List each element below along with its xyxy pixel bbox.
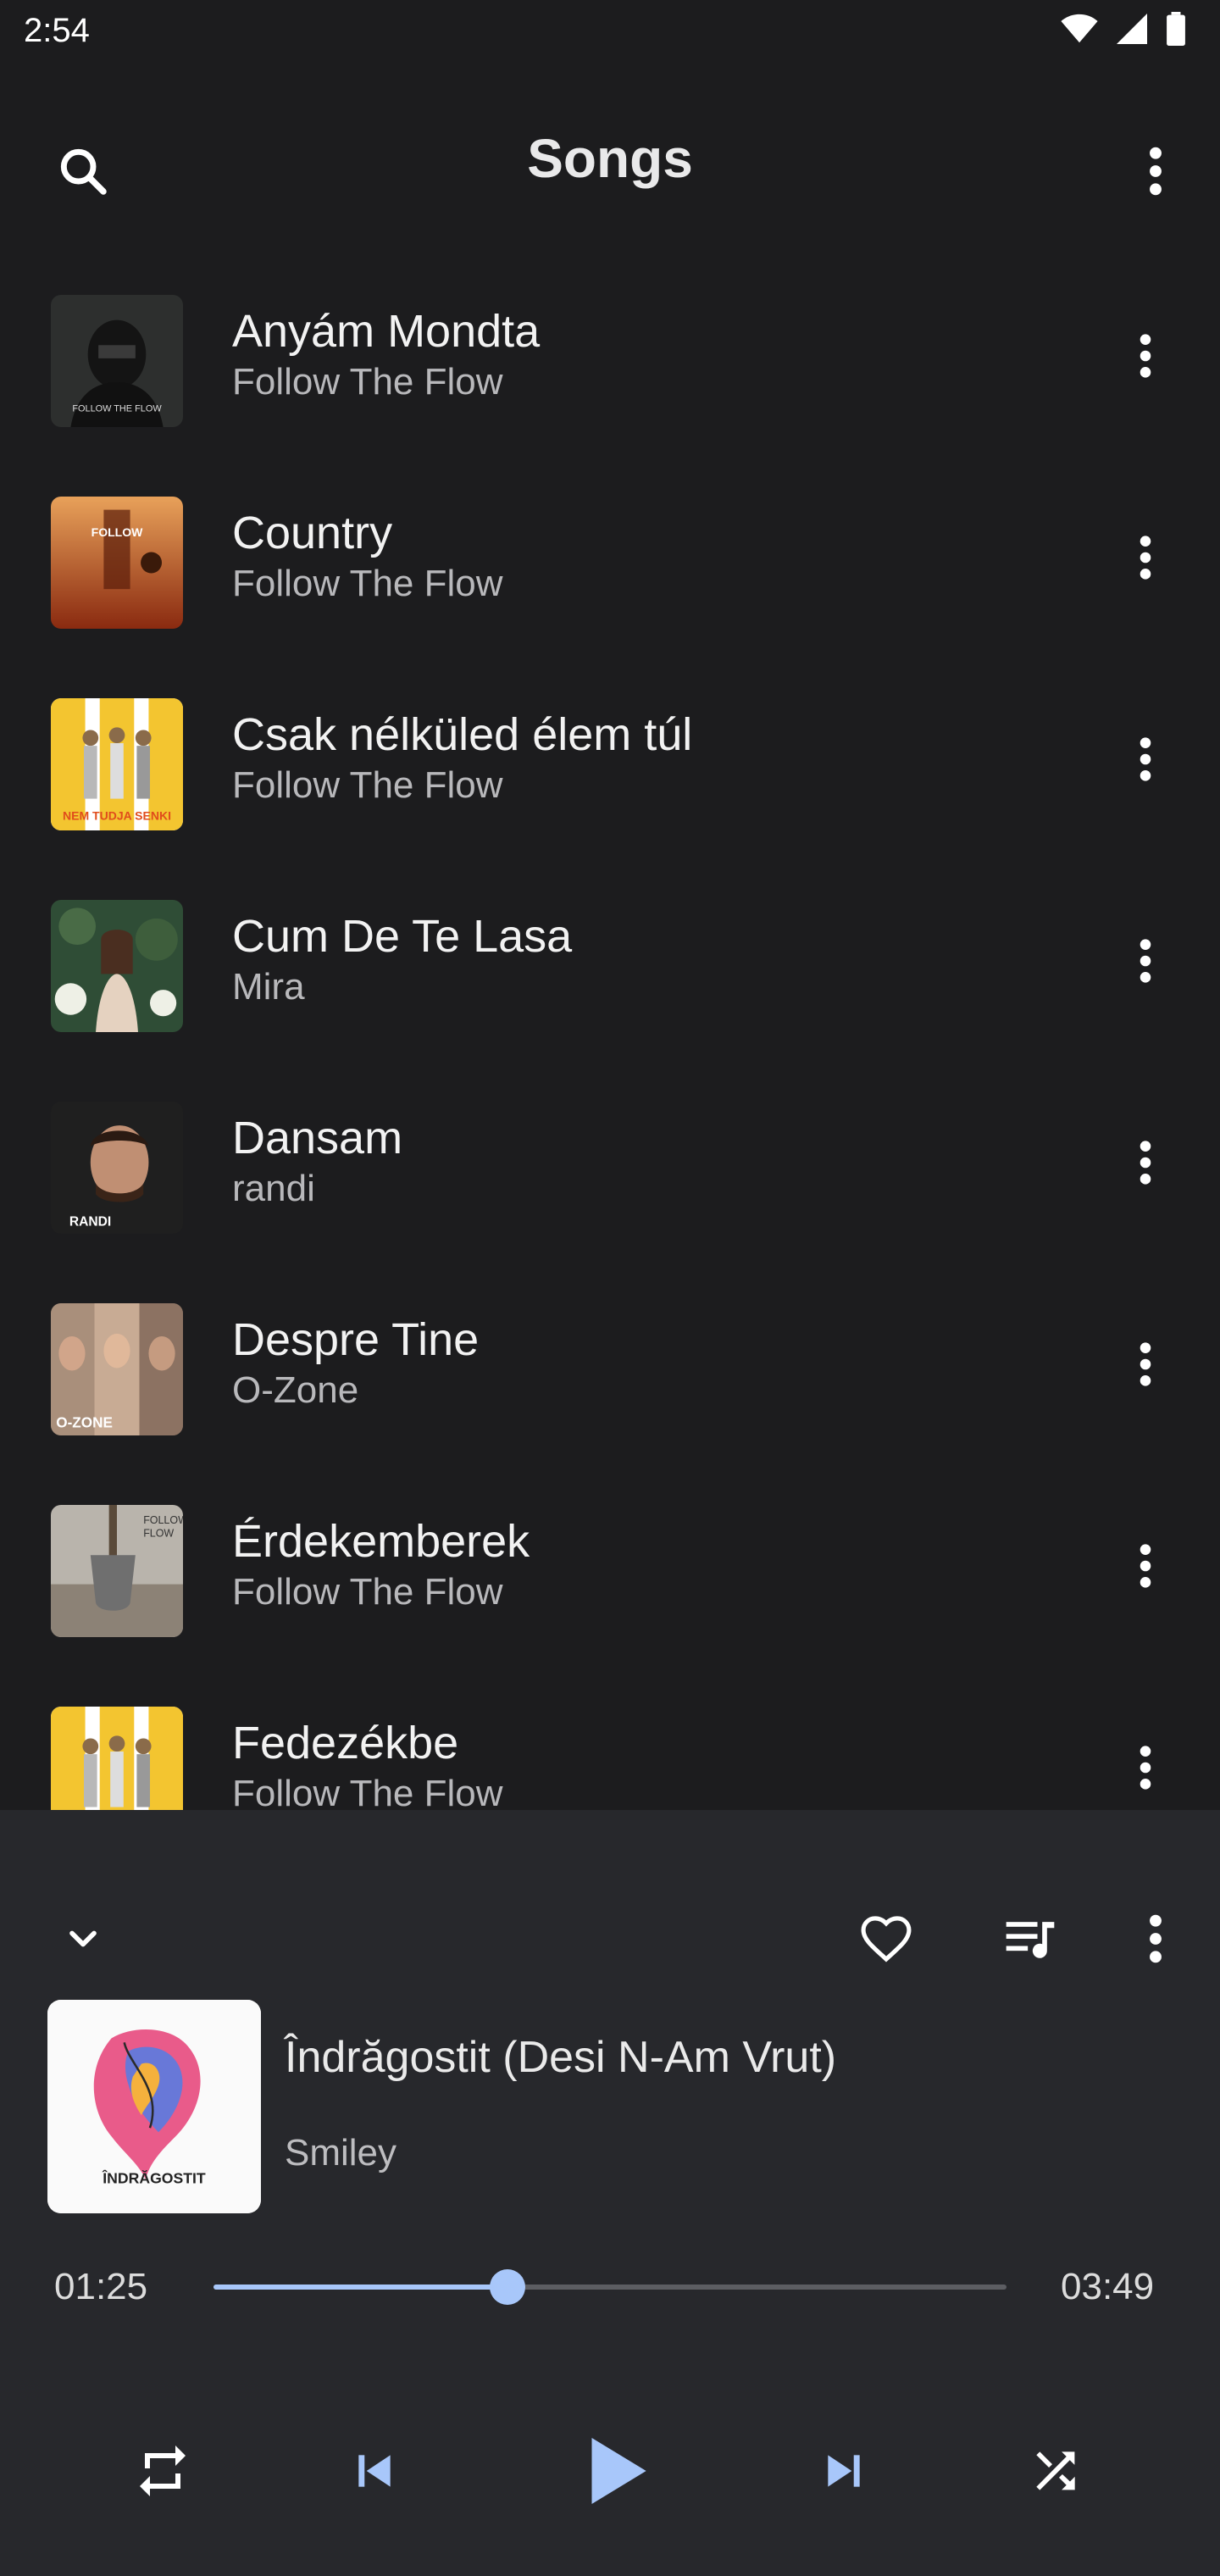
svg-text:O-ZONE: O-ZONE — [56, 1414, 113, 1431]
battery-icon — [1166, 12, 1186, 50]
song-menu-button[interactable] — [1122, 1542, 1169, 1590]
shuffle-icon — [1036, 2451, 1075, 2490]
album-art: NEM TUDJA SENKI — [51, 698, 183, 830]
song-list-item[interactable]: O-ZONE Despre Tine O-Zone — [0, 1263, 1220, 1464]
seek-thumb[interactable] — [490, 2269, 526, 2305]
song-menu-button[interactable] — [1122, 736, 1169, 783]
previous-button[interactable] — [336, 2432, 413, 2510]
more-vert-icon — [1140, 1544, 1151, 1588]
song-list-item[interactable]: NEM TUDJA SENKI Fedezékbe Follow The Flow — [0, 1666, 1220, 1810]
more-vert-icon — [1140, 334, 1151, 378]
svg-text:FOLLOW: FOLLOW — [92, 525, 143, 539]
song-title: Érdekemberek — [232, 1516, 530, 1567]
repeat-button[interactable] — [124, 2432, 202, 2510]
song-artist: Follow The Flow — [232, 764, 503, 806]
seek-bar[interactable] — [214, 2269, 1006, 2305]
seek-progress — [214, 2285, 508, 2290]
player-menu-button[interactable] — [1120, 1903, 1191, 1974]
song-menu-button[interactable] — [1122, 332, 1169, 380]
heart-icon — [861, 1916, 912, 1963]
more-vert-icon — [1140, 1141, 1151, 1185]
album-art: FOLLOW — [51, 497, 183, 629]
now-playing-artwork: ÎNDRĂGOSTIT — [47, 2000, 261, 2213]
album-art: FOLLOW THE FLOW — [51, 295, 183, 427]
album-art: FOLLOWFLOW — [51, 1505, 183, 1637]
song-artist: Follow The Flow — [232, 1773, 503, 1810]
song-artist: Follow The Flow — [232, 1571, 503, 1613]
more-vert-icon — [1140, 737, 1151, 781]
song-list[interactable]: FOLLOW THE FLOW Anyám Mondta Follow The Fl… — [0, 254, 1220, 1810]
collapse-button[interactable] — [47, 1903, 119, 1974]
svg-text:ÎNDRĂGOSTIT: ÎNDRĂGOSTIT — [102, 2169, 206, 2187]
status-time: 2:54 — [24, 12, 90, 49]
more-vert-icon — [1140, 939, 1151, 983]
song-artist: randi — [232, 1168, 315, 1209]
repeat-icon — [140, 2446, 186, 2496]
status-icons — [1061, 12, 1186, 50]
svg-text:FLOW: FLOW — [143, 1527, 174, 1539]
signal-icon — [1115, 14, 1149, 48]
song-title: Fedezékbe — [232, 1718, 459, 1768]
song-artist: Follow The Flow — [232, 361, 503, 402]
song-list-item[interactable]: NEM TUDJA SENKI Csak nélküled élem túl Fol… — [0, 658, 1220, 859]
favorite-button[interactable] — [851, 1903, 922, 1974]
song-menu-button[interactable] — [1122, 1139, 1169, 1186]
song-menu-button[interactable] — [1122, 937, 1169, 985]
svg-text:FOLLOW THE FLOW: FOLLOW THE FLOW — [72, 403, 162, 414]
play-button[interactable] — [564, 2420, 666, 2522]
song-menu-button[interactable] — [1122, 1744, 1169, 1791]
chevron-down-icon — [69, 1930, 97, 1947]
overflow-menu-button[interactable] — [1120, 136, 1191, 207]
song-title: Anyám Mondta — [232, 306, 541, 357]
song-list-item[interactable]: FOLLOWFLOW ÉrdekemberekFollow The Flow — [0, 1464, 1220, 1666]
now-playing-title: Îndrăgostit (Desi N-Am Vrut) — [285, 2033, 837, 2082]
song-title: Csak nélküled élem túl — [232, 709, 693, 760]
song-list-item[interactable]: FOLLOW Country Follow The Flow — [0, 456, 1220, 658]
song-list-item[interactable]: FOLLOW THE FLOW Anyám Mondta Follow The Fl… — [0, 254, 1220, 456]
queue-music-icon — [1006, 1922, 1055, 1958]
wifi-icon — [1061, 14, 1098, 48]
album-art: O-ZONE — [51, 1303, 183, 1435]
album-art — [51, 900, 183, 1032]
svg-text:RANDI: RANDI — [69, 1215, 111, 1230]
song-artist: Mira — [232, 966, 305, 1008]
more-vert-icon — [1140, 1746, 1151, 1790]
song-title: Despre Tine — [232, 1314, 480, 1365]
album-art: NEM TUDJA SENKI — [51, 1707, 183, 1810]
total-duration: 03:49 — [1061, 2266, 1155, 2307]
more-vert-icon — [1140, 536, 1151, 580]
svg-text:FOLLOW: FOLLOW — [143, 1514, 183, 1526]
more-vert-icon — [1150, 147, 1162, 196]
play-icon — [591, 2438, 646, 2504]
album-art: RANDI — [51, 1102, 183, 1234]
skip-previous-icon — [358, 2455, 391, 2487]
queue-button[interactable] — [995, 1903, 1066, 1974]
song-artist: Follow The Flow — [232, 563, 503, 604]
status-bar: 2:54 — [0, 0, 1220, 71]
song-list-item[interactable]: RANDI Dansam randi — [0, 1061, 1220, 1263]
now-playing-panel: ÎNDRĂGOSTIT Îndrăgostit (Desi N-Am Vrut)… — [0, 1810, 1220, 2576]
song-menu-button[interactable] — [1122, 1341, 1169, 1388]
more-vert-icon — [1140, 1342, 1151, 1386]
next-button[interactable] — [805, 2432, 883, 2510]
song-title: Dansam — [232, 1113, 403, 1163]
shuffle-button[interactable] — [1017, 2432, 1095, 2510]
more-vert-icon — [1150, 1914, 1162, 1963]
svg-text:NEM TUDJA SENKI: NEM TUDJA SENKI — [63, 809, 171, 823]
now-playing-artist: Smiley — [285, 2132, 397, 2174]
song-list-item[interactable]: Cum De Te Lasa Mira — [0, 859, 1220, 1061]
song-menu-button[interactable] — [1122, 534, 1169, 581]
song-title: Cum De Te Lasa — [232, 911, 573, 962]
song-title: Country — [232, 508, 393, 558]
page-title: Songs — [527, 128, 693, 189]
song-artist: O-Zone — [232, 1369, 359, 1411]
elapsed-time: 01:25 — [54, 2266, 148, 2307]
skip-next-icon — [828, 2455, 860, 2487]
